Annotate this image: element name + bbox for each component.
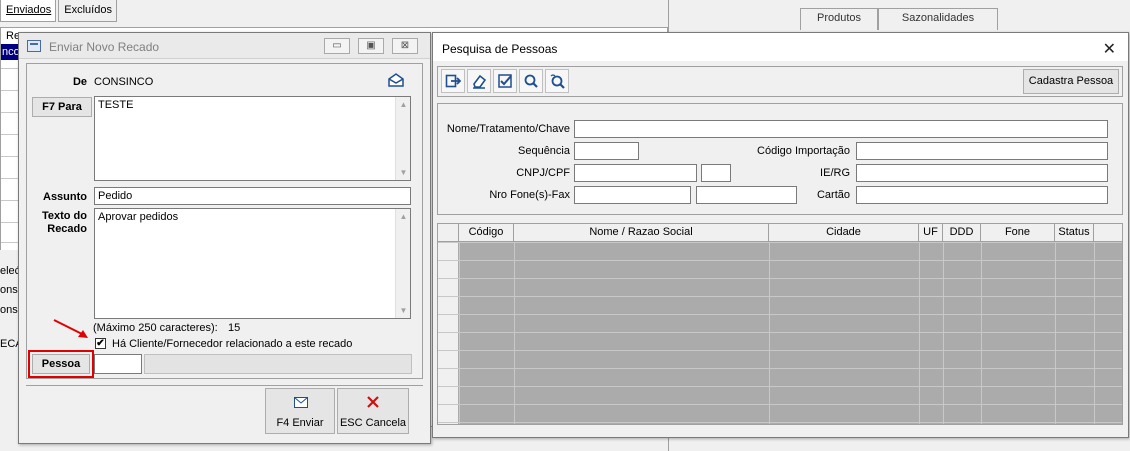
tab-sazonalidades[interactable]: Sazonalidades bbox=[878, 8, 998, 30]
enviar-button[interactable]: F4 Enviar bbox=[265, 388, 335, 434]
pessoas-titlebar[interactable]: Pesquisa de Pessoas ✕ bbox=[433, 33, 1128, 61]
sequencia-input[interactable] bbox=[574, 142, 639, 160]
background-right-tabs: Produtos Sazonalidades bbox=[800, 0, 1000, 30]
para-value: TESTE bbox=[98, 99, 134, 111]
recado-footer: F4 Enviar ESC Cancela bbox=[26, 385, 423, 437]
tab-excluidos[interactable]: Excluídos bbox=[58, 0, 117, 22]
pessoas-results-grid[interactable]: Código Nome / Razao Social Cidade UF DDD… bbox=[437, 223, 1123, 425]
minimize-button[interactable]: ▭ bbox=[324, 38, 350, 54]
recado-titlebar[interactable]: Enviar Novo Recado ▭ ▣ ⊠ bbox=[19, 33, 430, 59]
para-button[interactable]: F7 Para bbox=[32, 97, 92, 117]
de-label: De bbox=[72, 76, 87, 88]
search-advanced-icon[interactable] bbox=[545, 69, 569, 93]
fone-input-1[interactable] bbox=[574, 186, 691, 204]
pessoa-code-field[interactable] bbox=[94, 354, 142, 374]
texto-recado-value: Aprovar pedidos bbox=[98, 211, 179, 223]
grid-header: Código Nome / Razao Social Cidade UF DDD… bbox=[438, 224, 1122, 242]
background-tabs: Enviados Excluídos bbox=[0, 0, 119, 22]
ie-label: IE/RG bbox=[820, 167, 850, 179]
assunto-field[interactable]: Pedido bbox=[94, 187, 411, 205]
red-arrow-icon bbox=[53, 319, 88, 338]
tab-produtos[interactable]: Produtos bbox=[800, 8, 878, 30]
texto-label-1: Texto do bbox=[41, 210, 87, 222]
restore-button[interactable]: ▣ bbox=[358, 38, 384, 54]
check-icon[interactable] bbox=[493, 69, 517, 93]
col-status[interactable]: Status bbox=[1055, 224, 1094, 242]
assunto-value: Pedido bbox=[98, 190, 133, 202]
assunto-label: Assunto bbox=[43, 191, 87, 203]
fone-label: Nro Fone(s)-Fax bbox=[489, 189, 570, 201]
para-field[interactable]: TESTE ▲ ▼ bbox=[94, 96, 411, 181]
recado-title: Enviar Novo Recado bbox=[49, 40, 160, 54]
search-icon[interactable] bbox=[519, 69, 543, 93]
nome-label: Nome/Tratamento/Chave bbox=[446, 123, 570, 135]
pessoa-name-field bbox=[144, 354, 412, 374]
enviar-label: F4 Enviar bbox=[276, 417, 324, 429]
envelope-icon bbox=[294, 397, 308, 408]
grid-rows bbox=[438, 242, 1122, 424]
cancelar-label: ESC Cancela bbox=[339, 417, 407, 429]
recado-form: De CONSINCO F7 Para TESTE ▲ ▼ Assunto Ped… bbox=[26, 63, 423, 379]
texto-scrollbar[interactable]: ▲ ▼ bbox=[395, 209, 410, 318]
red-x-icon bbox=[367, 396, 379, 408]
grid-corner bbox=[438, 224, 459, 242]
close-button[interactable]: ⊠ bbox=[392, 38, 418, 54]
pessoas-title: Pesquisa de Pessoas bbox=[442, 42, 558, 56]
para-scrollbar[interactable]: ▲ ▼ bbox=[395, 97, 410, 180]
ie-input[interactable] bbox=[856, 164, 1108, 182]
pessoas-toolbar: Cadastra Pessoa bbox=[437, 66, 1123, 97]
sequencia-label: Sequência bbox=[518, 145, 570, 157]
selected-row-fragment[interactable]: nco bbox=[1, 44, 20, 60]
cartao-input[interactable] bbox=[856, 186, 1108, 204]
cartao-label: Cartão bbox=[816, 189, 850, 201]
texto-label-2: Recado bbox=[47, 223, 87, 235]
eraser-icon[interactable] bbox=[467, 69, 491, 93]
codigo-importacao-label: Código Importação bbox=[757, 145, 850, 157]
pessoas-search-form: Nome/Tratamento/Chave Sequência Código I… bbox=[437, 103, 1123, 215]
cnpj-input[interactable] bbox=[574, 164, 697, 182]
col-codigo[interactable]: Código bbox=[459, 224, 514, 242]
nome-input[interactable] bbox=[574, 120, 1108, 138]
envelope-open-icon[interactable] bbox=[387, 73, 405, 87]
char-count: 15 bbox=[228, 322, 241, 334]
col-fone[interactable]: Fone bbox=[981, 224, 1055, 242]
close-button[interactable]: ✕ bbox=[1103, 39, 1116, 59]
pesquisa-pessoas-dialog: Pesquisa de Pessoas ✕ Cadastra Pessoa No… bbox=[432, 32, 1129, 438]
exit-icon[interactable] bbox=[441, 69, 465, 93]
col-cidade[interactable]: Cidade bbox=[769, 224, 919, 242]
tab-enviados[interactable]: Enviados bbox=[0, 0, 57, 22]
texto-recado-field[interactable]: Aprovar pedidos ▲ ▼ bbox=[94, 208, 411, 319]
col-ddd[interactable]: DDD bbox=[943, 224, 981, 242]
cadastra-pessoa-button[interactable]: Cadastra Pessoa bbox=[1023, 69, 1119, 94]
col-filler bbox=[1094, 224, 1122, 242]
col-uf[interactable]: UF bbox=[919, 224, 943, 242]
cancelar-button[interactable]: ESC Cancela bbox=[337, 388, 409, 434]
cnpj-digit-input[interactable] bbox=[701, 164, 731, 182]
enviar-novo-recado-dialog: Enviar Novo Recado ▭ ▣ ⊠ De CONSINCO F7 … bbox=[18, 32, 431, 444]
codigo-importacao-input[interactable] bbox=[856, 142, 1108, 160]
cliente-fornecedor-checkbox[interactable]: ✔ bbox=[95, 338, 106, 349]
cnpj-label: CNPJ/CPF bbox=[516, 167, 570, 179]
pessoa-button[interactable]: Pessoa bbox=[32, 354, 90, 374]
max-chars-label: (Máximo 250 caracteres): bbox=[93, 322, 218, 334]
cliente-fornecedor-label: Há Cliente/Fornecedor relacionado a este… bbox=[112, 338, 353, 350]
col-nome[interactable]: Nome / Razao Social bbox=[514, 224, 769, 242]
message-window-icon bbox=[27, 40, 41, 52]
de-value: CONSINCO bbox=[94, 76, 154, 88]
